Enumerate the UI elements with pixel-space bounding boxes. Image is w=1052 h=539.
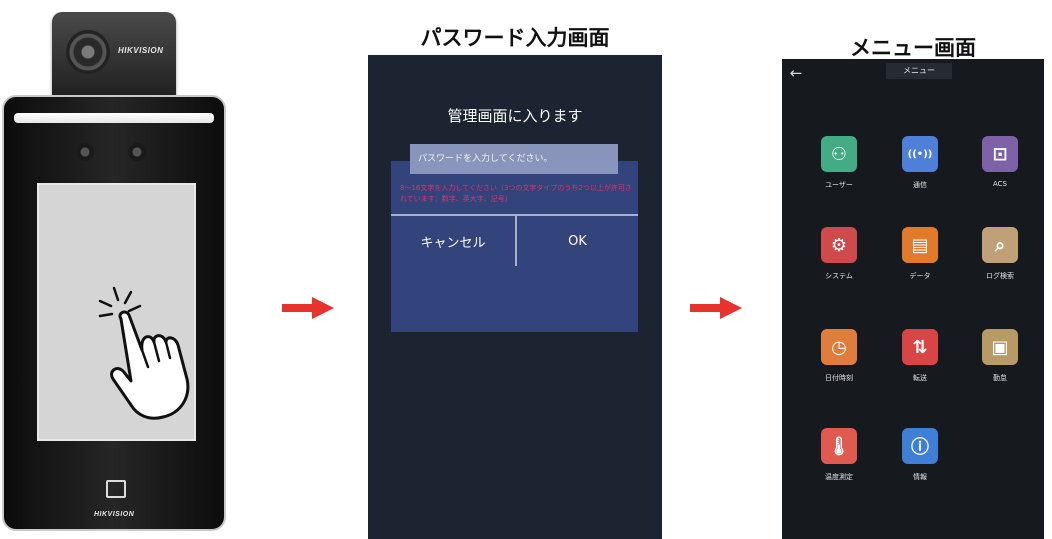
- admin-heading: 管理画面に入ります: [447, 107, 583, 125]
- user-icon: ⚇: [821, 136, 857, 172]
- cancel-button[interactable]: キャンセル: [391, 231, 515, 251]
- attendance-icon: ▣: [982, 329, 1018, 365]
- hand-tap-icon: [98, 286, 190, 420]
- menu-item-label: 勤怠: [993, 374, 1007, 382]
- brand-logo-bottom: HIKVISION: [94, 511, 135, 518]
- device-touchscreen[interactable]: [37, 183, 196, 441]
- menu-item-label: ACS: [993, 180, 1007, 188]
- menu-header-title: メニュー: [886, 63, 952, 79]
- menu-item-transfer[interactable]: ⇅ 転送: [890, 329, 950, 399]
- menu-item-info[interactable]: ⓘ 情報: [890, 428, 950, 498]
- menu-item-label: 日付時刻: [825, 374, 853, 382]
- light-bar: [14, 113, 214, 123]
- menu-item-user[interactable]: ⚇ ユーザー: [809, 136, 869, 206]
- menu-item-access-control[interactable]: ⊡ ACS: [970, 136, 1030, 206]
- thermometer-icon: 🌡: [821, 428, 857, 464]
- system-icon: ⚙: [821, 227, 857, 263]
- data-icon: ▤: [902, 227, 938, 263]
- menu-item-label: ログ検索: [986, 272, 1014, 280]
- access-terminal-device: HIKVISION: [2, 95, 226, 531]
- menu-item-data[interactable]: ▤ データ: [890, 227, 950, 297]
- menu-item-label: データ: [909, 272, 931, 280]
- password-screen: 管理画面に入ります パスワードを入力してください。 8～16文字を入力してくださ…: [368, 55, 662, 539]
- camera-sensor-icon: [128, 143, 146, 161]
- menu-item-label: 情報: [913, 473, 927, 481]
- log-search-icon: ⌕: [982, 227, 1018, 263]
- menu-item-attendance[interactable]: ▣ 勤怠: [970, 329, 1030, 399]
- menu-screen: ← メニュー ⚇ ユーザー ((•)) 通信 ⊡ ACS ⚙ システム ▤ データ ⌕ ログ検索 ◷ 日付…: [782, 59, 1044, 539]
- ok-button[interactable]: OK: [517, 231, 638, 251]
- arrow-right-icon: [690, 297, 742, 319]
- camera-module: HIKVISION: [52, 12, 176, 104]
- menu-item-label: 通信: [913, 181, 927, 189]
- password-screen-title: パスワード入力画面: [420, 26, 610, 50]
- card-reader-icon: [106, 480, 126, 498]
- clock-icon: ◷: [821, 329, 857, 365]
- menu-item-communication[interactable]: ((•)) 通信: [890, 136, 950, 206]
- password-input[interactable]: パスワードを入力してください。: [410, 144, 618, 174]
- communication-icon: ((•)): [902, 136, 938, 172]
- menu-item-thermometer[interactable]: 🌡 温度測定: [809, 428, 869, 498]
- menu-item-log-search[interactable]: ⌕ ログ検索: [970, 227, 1030, 297]
- access-control-icon: ⊡: [982, 136, 1018, 172]
- arrow-right-icon: [282, 297, 334, 319]
- menu-item-label: 温度測定: [825, 473, 853, 481]
- password-error-message: 8～16文字を入力してください（3つの文字タイプのうち2つ以上が許可されています…: [400, 184, 632, 203]
- menu-item-label: 転送: [913, 374, 927, 382]
- menu-item-label: ユーザー: [825, 181, 853, 189]
- transfer-icon: ⇅: [902, 329, 938, 365]
- back-arrow-icon[interactable]: ←: [786, 63, 806, 83]
- ir-sensor-icon: [76, 143, 94, 161]
- menu-screen-title: メニュー画面: [850, 36, 976, 60]
- camera-lens-icon: [66, 30, 110, 74]
- menu-item-label: システム: [825, 272, 853, 280]
- menu-item-system[interactable]: ⚙ システム: [809, 227, 869, 297]
- brand-logo-top: HIKVISION: [118, 46, 164, 55]
- info-icon: ⓘ: [902, 428, 938, 464]
- menu-item-clock[interactable]: ◷ 日付時刻: [809, 329, 869, 399]
